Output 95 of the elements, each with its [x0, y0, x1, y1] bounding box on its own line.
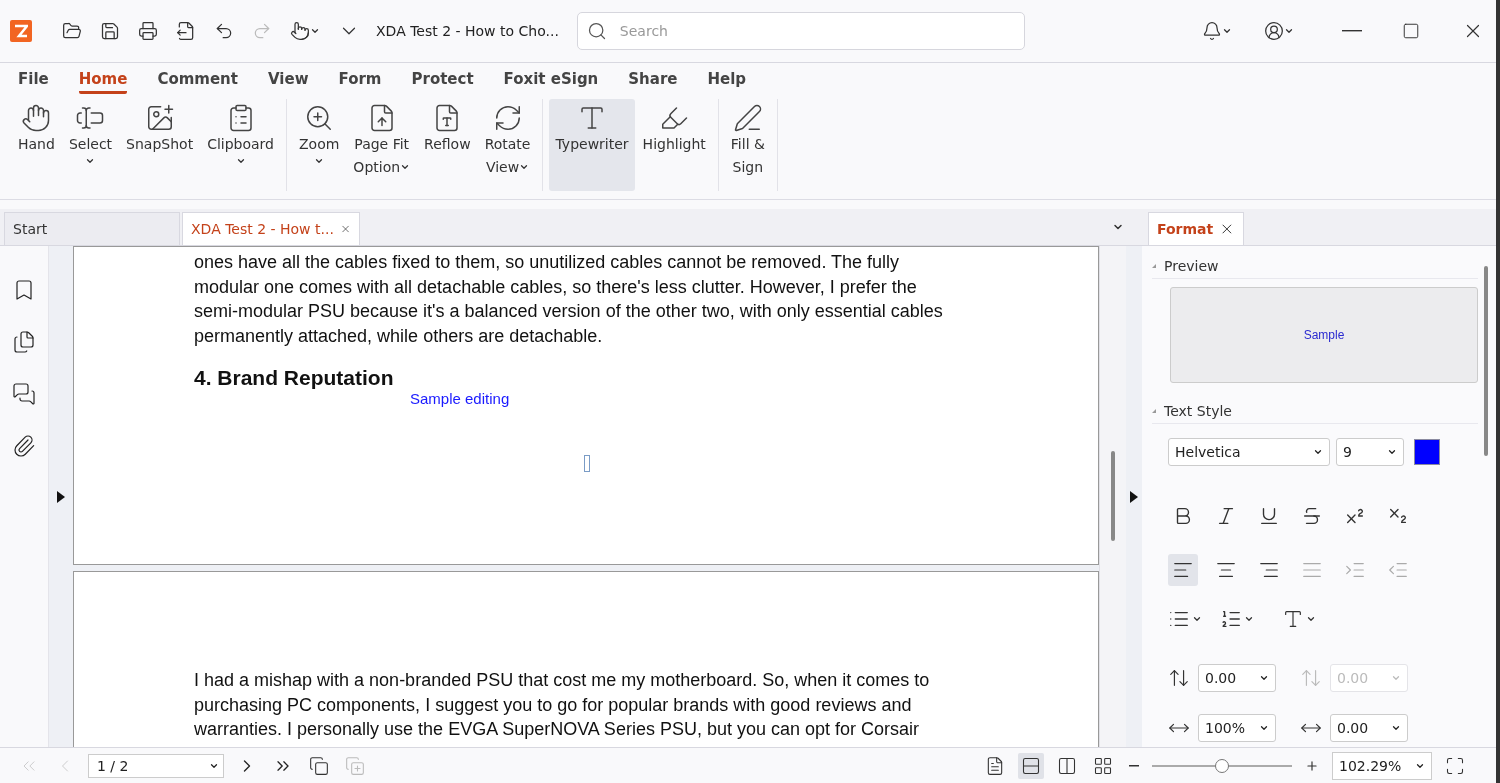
pen-icon	[732, 103, 763, 133]
panel-tab[interactable]: Format	[1148, 212, 1244, 245]
page-field[interactable]: 1 / 2	[88, 753, 224, 778]
strikethrough-icon	[1301, 505, 1323, 527]
ribbon-tool[interactable]: Page Fit Option	[347, 99, 417, 191]
font-select[interactable]: Helvetica	[1168, 438, 1330, 466]
numbered-list-button[interactable]	[1220, 608, 1254, 630]
caret-icon	[1192, 614, 1202, 624]
align-left-button[interactable]	[1168, 554, 1198, 586]
caret-icon	[1259, 673, 1269, 683]
spacing-select[interactable]: 0.00	[1198, 664, 1276, 692]
print-button[interactable]	[136, 19, 160, 43]
search-field[interactable]: Search	[576, 12, 1025, 50]
heading: 4. Brand Reputation	[194, 366, 395, 390]
comments-icon[interactable]	[12, 382, 36, 406]
caret-icon	[1222, 26, 1232, 36]
spacing-select[interactable]: 100%	[1198, 714, 1276, 742]
text-cursor	[584, 455, 590, 472]
section-title: Text Style	[1164, 403, 1232, 419]
pages-back-icon	[309, 755, 329, 776]
ribbon-tool[interactable]: Zoom	[293, 99, 346, 191]
caret-icon	[310, 26, 320, 36]
ribbon-tool[interactable]: Select	[62, 99, 119, 191]
facing-icon	[1057, 755, 1077, 776]
text-direction-button[interactable]	[1282, 608, 1316, 630]
grid-pages-icon	[1093, 755, 1113, 776]
scrollbar-thumb[interactable]	[1111, 451, 1115, 541]
minus-icon	[1129, 764, 1139, 767]
menu-tab[interactable]: Foxit eSign	[503, 66, 599, 94]
slider-thumb[interactable]	[1215, 758, 1229, 773]
document-tab[interactable]: XDA Test 2 - How t...	[182, 212, 360, 245]
paragraph-spacing-icon	[1300, 667, 1322, 689]
ribbon-tool[interactable]: Fill & Sign	[724, 99, 771, 191]
ribbon-tool[interactable]: Highlight	[636, 99, 712, 191]
text-direction-icon	[1282, 608, 1304, 630]
continuous-icon	[1021, 755, 1041, 776]
menu-tab[interactable]: Protect	[411, 66, 474, 94]
expand-arrow-icon[interactable]	[57, 490, 65, 503]
app-logo	[10, 20, 32, 42]
pages-icon[interactable]	[12, 330, 36, 354]
menu-tab[interactable]: Comment	[157, 66, 238, 94]
undo-icon	[214, 21, 234, 41]
menu-tab[interactable]: Share	[628, 66, 678, 94]
menu-tab[interactable]: Form	[338, 66, 382, 94]
ribbon-tool[interactable]: SnapShot	[120, 99, 200, 191]
section-title: Preview	[1164, 258, 1219, 274]
color-swatch[interactable]	[1414, 439, 1440, 465]
menu-tab[interactable]: Help	[707, 66, 747, 94]
pages-forward-icon	[345, 755, 365, 776]
menu-tab[interactable]: Home	[78, 66, 128, 94]
ribbon-tool[interactable]: Rotate View	[478, 99, 537, 191]
ribbon-tool[interactable]: Clipboard	[201, 99, 280, 191]
numbered-list-icon	[1220, 608, 1242, 630]
user-icon	[1264, 21, 1284, 41]
ribbon-tool[interactable]: Hand	[12, 99, 61, 191]
bell-icon	[1202, 21, 1222, 41]
floppy-icon	[100, 21, 120, 41]
menu-tab[interactable]: File	[18, 66, 49, 94]
hand-icon	[21, 103, 52, 133]
caret-icon	[1391, 723, 1401, 733]
caret-icon	[1244, 614, 1254, 624]
caret-icon	[1284, 26, 1294, 36]
scrollbar-thumb[interactable]	[1484, 266, 1488, 456]
underline-icon	[1258, 505, 1280, 527]
single-page-icon	[985, 755, 1005, 776]
expand-arrow-icon[interactable]	[1130, 490, 1138, 503]
caret-icon	[1313, 447, 1323, 457]
caret-icon	[1387, 447, 1397, 457]
pointer-hand-icon	[290, 21, 310, 41]
document-tab[interactable]: Start	[4, 212, 180, 245]
folder-icon	[62, 21, 82, 41]
size-select[interactable]: 9	[1336, 438, 1404, 466]
paragraph: I had a mishap with a non-branded PSU that cost me my motherboard. So, when it comes to purchasing PC components, I suggest you to go for popular brands with good reviews and warranties. I personally use the EVGA SuperNOVA Series PSU, but you can opt for Corsair	[194, 669, 931, 741]
ribbon-tool[interactable]: Typewriter	[549, 99, 635, 191]
maximize-icon	[1402, 22, 1420, 40]
continuous-button[interactable]	[1018, 752, 1044, 779]
attachment-icon[interactable]	[12, 434, 36, 458]
redo-icon	[252, 21, 272, 41]
caret-icon	[1391, 673, 1401, 683]
line-spacing-icon	[1168, 667, 1190, 689]
file-icon	[176, 21, 196, 41]
typewriter-text[interactable]: Sample editing	[410, 390, 510, 407]
minimize-icon	[1342, 30, 1362, 32]
caret-icon	[1259, 723, 1269, 733]
caret-icon	[1306, 614, 1316, 624]
zoom-field[interactable]: 102.29%	[1332, 751, 1432, 780]
menu-tab[interactable]: View	[268, 66, 309, 94]
fullscreen-icon	[1445, 755, 1465, 776]
spacing-select[interactable]: 0.00	[1330, 714, 1408, 742]
preview-sample: Sample	[1303, 328, 1345, 342]
ribbon-tool[interactable]: Reflow	[418, 99, 477, 191]
document-title: XDA Test 2 - How to Cho...	[376, 23, 559, 39]
paragraph: ones have all the cables fixed to them, so unutilized cables cannot be removed. The fully modular one comes with all detachable cables, so there's less clutter. However, I prefer the semi-modular PSU because it's a balanced version of the other two, with only essential cables permanently attached, while others are detachable.	[194, 251, 944, 348]
printer-icon	[138, 21, 158, 41]
plus-icon	[1305, 758, 1319, 773]
